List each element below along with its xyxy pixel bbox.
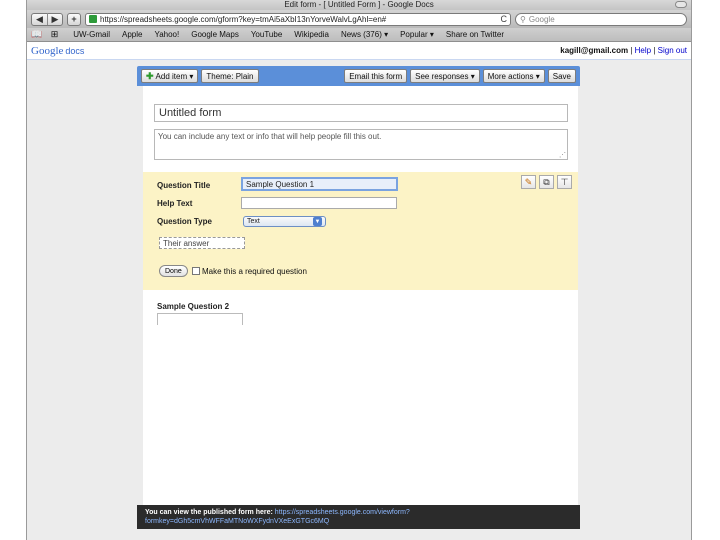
publish-bar: You can view the published form here: ht…: [137, 505, 580, 529]
bookmark-item[interactable]: Apple: [122, 30, 142, 39]
plus-icon: ✚: [146, 70, 154, 81]
form-editor: Untitled form You can include any text o…: [143, 86, 578, 526]
bookmark-item[interactable]: Yahoo!: [154, 30, 179, 39]
bookmark-item[interactable]: Share on Twitter: [446, 30, 504, 39]
resize-grip-icon[interactable]: ⋰: [559, 151, 566, 159]
add-item-button[interactable]: ✚ Add item ▾: [141, 69, 199, 83]
search-icon: ⚲: [520, 14, 526, 24]
address-bar[interactable]: https://spreadsheets.google.com/gform?ke…: [85, 12, 511, 26]
logo-docs-text: docs: [65, 45, 85, 56]
edit-question-icon[interactable]: ✎: [521, 175, 536, 189]
favicon-icon: [89, 15, 97, 23]
done-button[interactable]: Done: [159, 265, 188, 277]
form-toolbar: ✚ Add item ▾ Theme: Plain Email this for…: [137, 66, 580, 86]
google-docs-logo[interactable]: Google docs: [31, 45, 84, 57]
duplicate-question-icon[interactable]: ⧉: [539, 175, 554, 189]
question-editor: Question Title Sample Question 1 Help Te…: [143, 172, 578, 290]
user-email: kagill@gmail.com: [560, 46, 629, 55]
publish-text: You can view the published form here:: [145, 509, 273, 516]
chevron-down-icon: ▼: [313, 217, 322, 226]
help-text-input[interactable]: [241, 197, 397, 209]
form-title-input[interactable]: Untitled form: [154, 104, 568, 122]
required-checkbox[interactable]: [192, 267, 200, 275]
bookmark-item[interactable]: Google Maps: [191, 30, 239, 39]
question-title-label: Question Title: [157, 181, 211, 190]
question-title-input[interactable]: Sample Question 1: [241, 177, 398, 191]
search-input[interactable]: ⚲ Google: [515, 12, 687, 26]
forward-button[interactable]: ▶: [47, 13, 62, 25]
logo-google-text: Google: [31, 44, 64, 57]
help-text-label: Help Text: [157, 199, 193, 208]
answer-preview-field: Their answer: [159, 237, 245, 249]
question-2-title: Sample Question 2: [157, 302, 230, 311]
bookmark-item[interactable]: UW-Gmail: [73, 30, 110, 39]
sign-out-link[interactable]: Sign out: [658, 46, 687, 55]
bookmark-item[interactable]: Popular ▾: [400, 30, 434, 39]
add-bookmark-button[interactable]: +: [67, 12, 81, 26]
email-form-button[interactable]: Email this form: [344, 69, 408, 83]
docs-header: Google docs kagill@gmail.com | Help | Sig…: [27, 42, 691, 60]
form-description-input[interactable]: You can include any text or info that wi…: [154, 129, 568, 160]
page-content: ✚ Add item ▾ Theme: Plain Email this for…: [27, 60, 691, 540]
question-2-answer-field: [157, 313, 243, 325]
browser-window: Edit form - [ Untitled Form ] - Google D…: [26, 0, 692, 540]
save-button[interactable]: Save: [547, 69, 576, 83]
search-placeholder: Google: [528, 14, 555, 24]
bookmarks-icon[interactable]: 📖 ⊞: [31, 29, 61, 40]
delete-question-icon[interactable]: ⊤: [557, 175, 572, 189]
question-type-value: Text: [247, 218, 260, 225]
window-title-bar: Edit form - [ Untitled Form ] - Google D…: [27, 0, 691, 10]
window-title: Edit form - [ Untitled Form ] - Google D…: [284, 0, 434, 9]
theme-button[interactable]: Theme: Plain: [201, 69, 259, 83]
bookmark-item[interactable]: News (376) ▾: [341, 30, 388, 39]
add-item-label: Add item ▾: [155, 71, 194, 81]
question-type-select[interactable]: Text ▼: [243, 216, 326, 227]
link-separator: |: [653, 46, 656, 55]
bookmark-item[interactable]: YouTube: [251, 30, 282, 39]
bookmarks-bar: 📖 ⊞ UW-Gmail Apple Yahoo! Google Maps Yo…: [27, 28, 691, 42]
url-text: https://spreadsheets.google.com/gform?ke…: [100, 14, 387, 24]
help-link[interactable]: Help: [635, 46, 651, 55]
form-description-text: You can include any text or info that wi…: [158, 132, 382, 141]
bookmark-item[interactable]: Wikipedia: [294, 30, 329, 39]
question-type-label: Question Type: [157, 217, 212, 226]
see-responses-button[interactable]: See responses ▾: [410, 69, 480, 83]
back-button[interactable]: ◀: [32, 13, 47, 25]
user-links: kagill@gmail.com | Help | Sign out: [560, 46, 687, 55]
reload-icon[interactable]: C: [501, 14, 508, 24]
browser-toolbar: ◀ ▶ + https://spreadsheets.google.com/gf…: [27, 10, 691, 28]
toolbar-toggle-button[interactable]: [675, 1, 687, 8]
nav-buttons: ◀ ▶: [31, 12, 63, 26]
more-actions-button[interactable]: More actions ▾: [482, 69, 545, 83]
required-label: Make this a required question: [202, 267, 307, 276]
link-separator: |: [630, 46, 633, 55]
